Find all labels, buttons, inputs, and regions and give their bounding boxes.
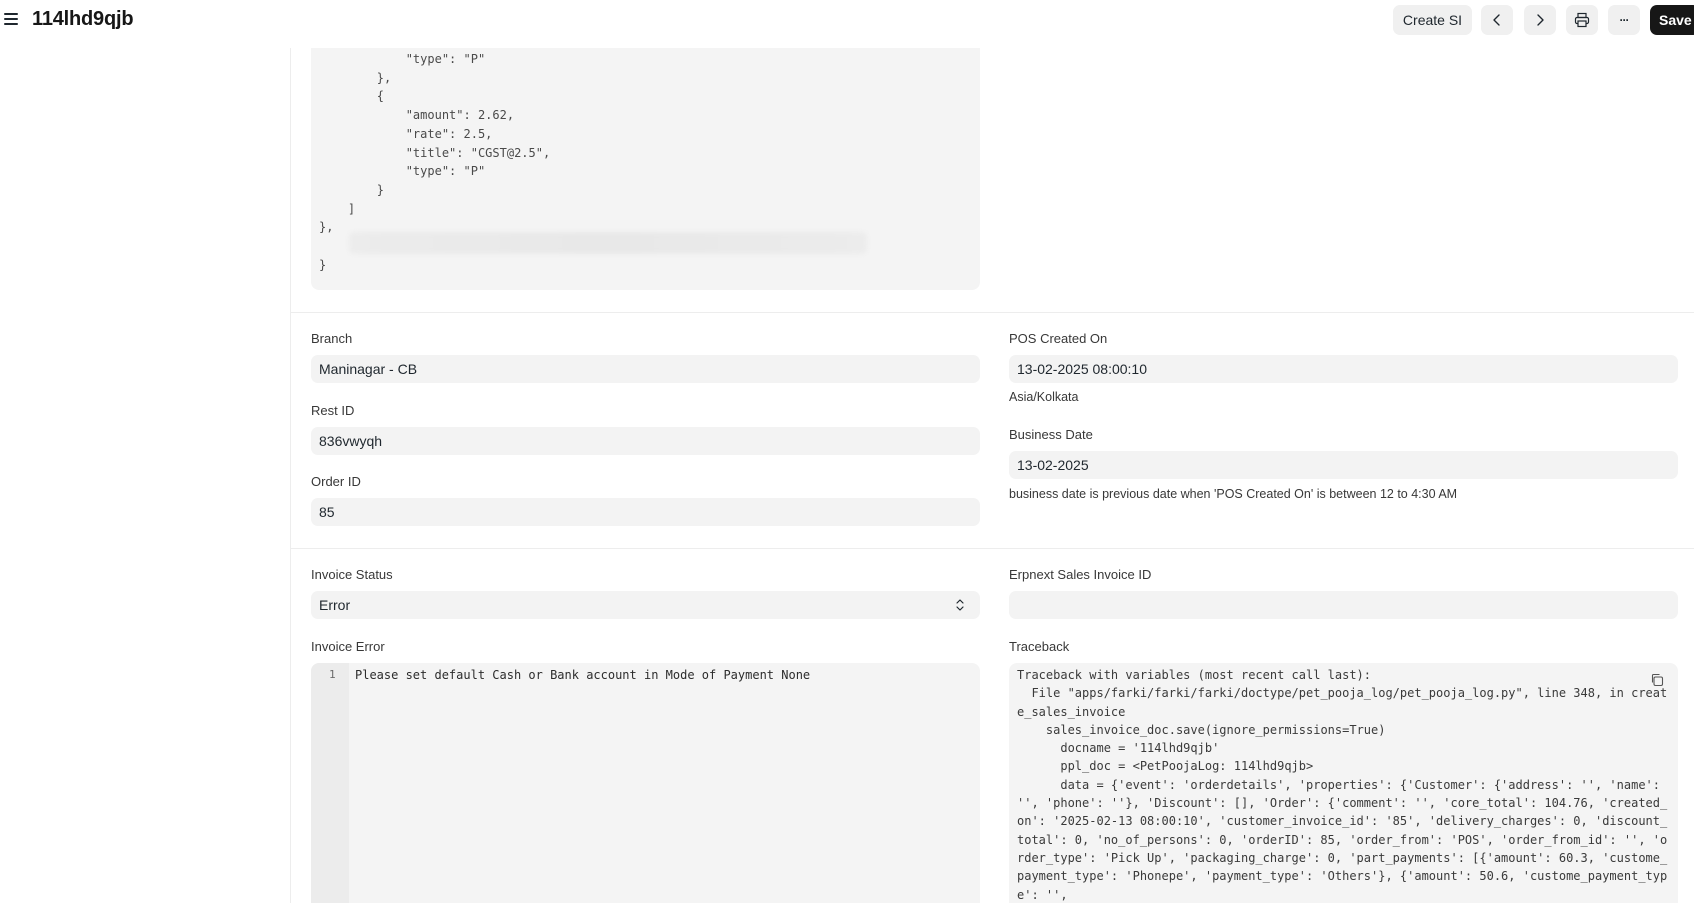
copy-icon[interactable] xyxy=(1650,673,1664,687)
blurred-redaction xyxy=(349,232,867,254)
printer-icon xyxy=(1574,12,1590,28)
hamburger-menu-icon[interactable] xyxy=(4,11,18,27)
traceback-text: Traceback with variables (most recent ca… xyxy=(1017,668,1668,902)
next-button[interactable] xyxy=(1524,5,1556,35)
page-header: 114lhd9qjb Create SI ··· Save xyxy=(0,0,1694,40)
line-number: 1 xyxy=(329,668,336,681)
invoice-status-label: Invoice Status xyxy=(311,567,393,582)
invoice-error-editor[interactable]: 1 Please set default Cash or Bank accoun… xyxy=(311,663,980,903)
traceback-label: Traceback xyxy=(1009,639,1070,654)
business-date-field[interactable]: 13-02-2025 xyxy=(1009,451,1678,479)
section-divider xyxy=(291,312,1694,313)
erpnext-sales-invoice-id-label: Erpnext Sales Invoice ID xyxy=(1009,567,1152,582)
order-id-label: Order ID xyxy=(311,474,361,489)
pos-created-on-label: POS Created On xyxy=(1009,331,1108,346)
more-actions-button[interactable]: ··· xyxy=(1608,5,1640,35)
rest-id-field[interactable]: 836vwyqh xyxy=(311,427,980,455)
invoice-error-label: Invoice Error xyxy=(311,639,385,654)
ellipsis-icon: ··· xyxy=(1619,13,1630,27)
pos-created-on-field[interactable]: 13-02-2025 08:00:10 xyxy=(1009,355,1678,383)
business-date-help: business date is previous date when 'POS… xyxy=(1009,487,1458,501)
save-button[interactable]: Save xyxy=(1650,5,1694,35)
create-si-button[interactable]: Create SI xyxy=(1393,5,1472,35)
sidebar-divider xyxy=(290,48,291,903)
chevron-right-icon xyxy=(1537,14,1544,26)
branch-field[interactable]: Maninagar - CB xyxy=(311,355,980,383)
invoice-status-select[interactable]: Error xyxy=(311,591,980,619)
order-id-field[interactable]: 85 xyxy=(311,498,980,526)
erpnext-sales-invoice-id-field[interactable] xyxy=(1009,591,1678,619)
rest-id-label: Rest ID xyxy=(311,403,355,418)
timezone-hint: Asia/Kolkata xyxy=(1009,390,1079,404)
branch-label: Branch xyxy=(311,331,353,346)
select-arrows-icon xyxy=(956,599,964,611)
page-title: 114lhd9qjb xyxy=(32,8,134,30)
section-divider xyxy=(291,548,1694,549)
invoice-error-text: Please set default Cash or Bank account … xyxy=(355,668,811,682)
chevron-left-icon xyxy=(1493,14,1500,26)
line-gutter xyxy=(311,663,349,903)
print-button[interactable] xyxy=(1566,5,1598,35)
invoice-status-value: Error xyxy=(319,597,351,613)
json-data-block: "type": "P" }, { "amount": 2.62, "rate":… xyxy=(311,48,980,290)
traceback-block: Traceback with variables (most recent ca… xyxy=(1009,663,1678,903)
business-date-label: Business Date xyxy=(1009,427,1093,442)
previous-button[interactable] xyxy=(1481,5,1513,35)
